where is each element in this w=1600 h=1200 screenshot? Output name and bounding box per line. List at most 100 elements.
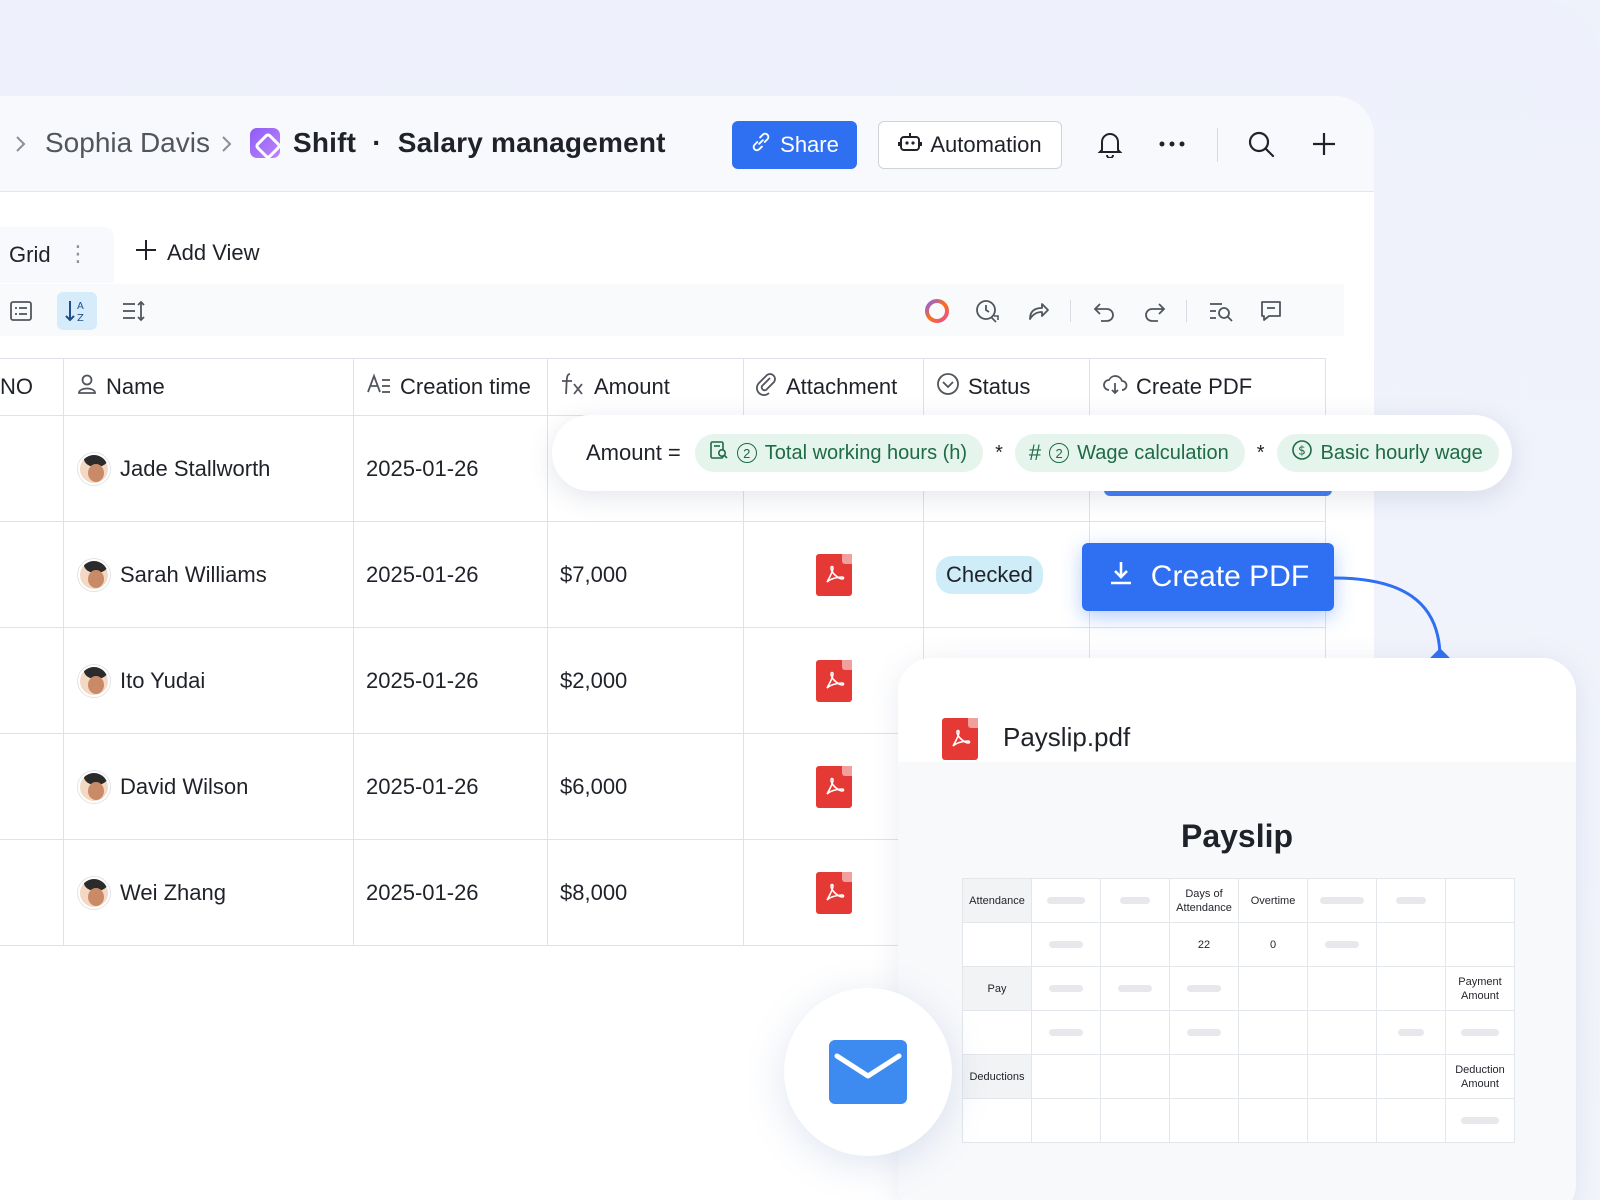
attachment-cell[interactable] <box>744 840 924 946</box>
placeholder-bar <box>1049 984 1083 992</box>
page-title: Shift · Salary management <box>293 127 666 158</box>
amount-cell[interactable]: $8,000 <box>548 840 744 946</box>
label-pay: Pay <box>962 966 1032 1011</box>
column-header-creation-time[interactable]: Creation time <box>354 358 548 416</box>
comment-icon[interactable] <box>1254 294 1288 328</box>
mail-button[interactable] <box>784 988 952 1156</box>
no-cell <box>0 628 64 734</box>
svg-text:A: A <box>77 301 84 312</box>
placeholder-bar <box>1398 1028 1424 1036</box>
attachment-cell[interactable] <box>744 522 924 628</box>
status-cell[interactable]: Checked <box>924 522 1090 628</box>
pdf-icon[interactable] <box>815 766 852 808</box>
label-days-of-attendance: Days of Attendance <box>1169 878 1239 923</box>
placeholder-bar <box>1325 940 1359 948</box>
column-header-create-pdf[interactable]: Create PDF <box>1090 358 1326 416</box>
avatar <box>78 771 110 803</box>
undo-icon[interactable] <box>1087 294 1121 328</box>
plus-icon[interactable] <box>1306 126 1342 162</box>
person-icon <box>76 373 98 401</box>
share-button[interactable]: Share <box>732 121 857 169</box>
pdf-icon[interactable] <box>815 554 852 596</box>
placeholder-bar <box>1049 1028 1083 1036</box>
amount-cell[interactable]: $6,000 <box>548 734 744 840</box>
create-pdf-button[interactable]: Create PDF <box>1082 543 1334 611</box>
creation-time-cell[interactable]: 2025-01-26 <box>354 522 548 628</box>
share-icon[interactable] <box>1022 294 1056 328</box>
placeholder-bar <box>1461 1028 1499 1036</box>
bell-icon[interactable] <box>1092 126 1128 162</box>
chip-number: 2 <box>736 443 757 463</box>
overtime-value: 0 <box>1238 922 1308 967</box>
avatar <box>78 877 110 909</box>
ai-ring-icon[interactable] <box>920 294 954 328</box>
label-deduction-amount: Deduction Amount <box>1445 1054 1515 1099</box>
tab-menu-icon[interactable]: ⋮ <box>67 241 89 267</box>
toolbar-divider <box>1070 300 1071 322</box>
top-header: Sophia Davis Shift · Salary management S… <box>0 96 1374 192</box>
column-header-attachment[interactable]: Attachment <box>744 358 924 416</box>
placeholder-bar <box>1187 984 1221 992</box>
plus-icon <box>135 239 157 267</box>
row-height-icon[interactable] <box>117 294 151 328</box>
toolbar-divider <box>1186 300 1187 322</box>
no-cell <box>0 734 64 840</box>
grid-toolbar: AZ <box>0 284 1344 336</box>
number-icon: # <box>1028 440 1042 465</box>
no-cell <box>0 840 64 946</box>
tab-grid[interactable]: Grid ⋮ <box>0 227 114 283</box>
automation-button[interactable]: Automation <box>878 121 1062 169</box>
more-icon[interactable] <box>1154 126 1190 162</box>
formula-operator: * <box>995 441 1003 464</box>
payslip-file-name[interactable]: Payslip.pdf <box>1003 722 1130 753</box>
amount-cell[interactable]: $7,000 <box>548 522 744 628</box>
text-field-icon <box>366 373 392 401</box>
creation-time-cell[interactable]: 2025-01-26 <box>354 734 548 840</box>
placeholder-bar <box>1320 896 1364 904</box>
pdf-icon[interactable] <box>815 872 852 914</box>
creation-time-cell[interactable]: 2025-01-26 <box>354 628 548 734</box>
creation-time-cell[interactable]: 2025-01-26 <box>354 840 548 946</box>
column-header-status[interactable]: Status <box>924 358 1090 416</box>
payslip-preview: Payslip.pdf Payslip Attendance Days of A… <box>898 658 1576 1200</box>
status-icon <box>936 372 960 402</box>
placeholder-bar <box>1461 1116 1499 1124</box>
dollar-icon: $ <box>1291 439 1313 467</box>
breadcrumb-user[interactable]: Sophia Davis <box>45 127 210 159</box>
cloud-download-icon <box>1102 372 1128 402</box>
label-overtime: Overtime <box>1238 878 1308 923</box>
formula-chip-basic-hourly-wage[interactable]: $ Basic hourly wage <box>1276 434 1499 472</box>
robot-icon <box>898 131 923 159</box>
redo-icon[interactable] <box>1138 294 1172 328</box>
name-cell[interactable]: Sarah Williams <box>64 522 354 628</box>
formula-chip-total-working-hours[interactable]: 2 Total working hours (h) <box>694 434 984 472</box>
find-icon[interactable] <box>1204 294 1238 328</box>
creation-time-cell[interactable]: 2025-01-26 <box>354 416 548 522</box>
column-header-no[interactable]: NO <box>0 358 64 416</box>
column-header-name[interactable]: Name <box>64 358 354 416</box>
name-cell[interactable]: Wei Zhang <box>64 840 354 946</box>
formula-chip-wage-calculation[interactable]: # 2 Wage calculation <box>1014 434 1245 472</box>
formula-label: Amount = <box>586 440 681 465</box>
attachment-cell[interactable] <box>744 734 924 840</box>
column-header-amount[interactable]: Amount <box>548 358 744 416</box>
formula-icon <box>560 372 586 402</box>
name-cell[interactable]: Ito Yudai <box>64 628 354 734</box>
payslip-title: Payslip <box>1180 818 1294 854</box>
placeholder-bar <box>1187 1028 1221 1036</box>
list-icon[interactable] <box>4 294 38 328</box>
placeholder-bar <box>1396 896 1426 904</box>
avatar <box>78 665 110 697</box>
search-icon[interactable] <box>1243 126 1279 162</box>
sort-icon[interactable]: AZ <box>57 292 97 330</box>
amount-cell[interactable]: $2,000 <box>548 628 744 734</box>
pdf-icon[interactable] <box>815 660 852 702</box>
payslip-table: Attendance Days of Attendance Overtime 2… <box>962 878 1515 1143</box>
add-view-button[interactable]: Add View <box>135 239 260 267</box>
attachment-cell[interactable] <box>744 628 924 734</box>
label-attendance: Attendance <box>962 878 1032 923</box>
placeholder-bar <box>1118 984 1152 992</box>
name-cell[interactable]: David Wilson <box>64 734 354 840</box>
history-icon[interactable] <box>970 294 1004 328</box>
name-cell[interactable]: Jade Stallworth <box>64 416 354 522</box>
